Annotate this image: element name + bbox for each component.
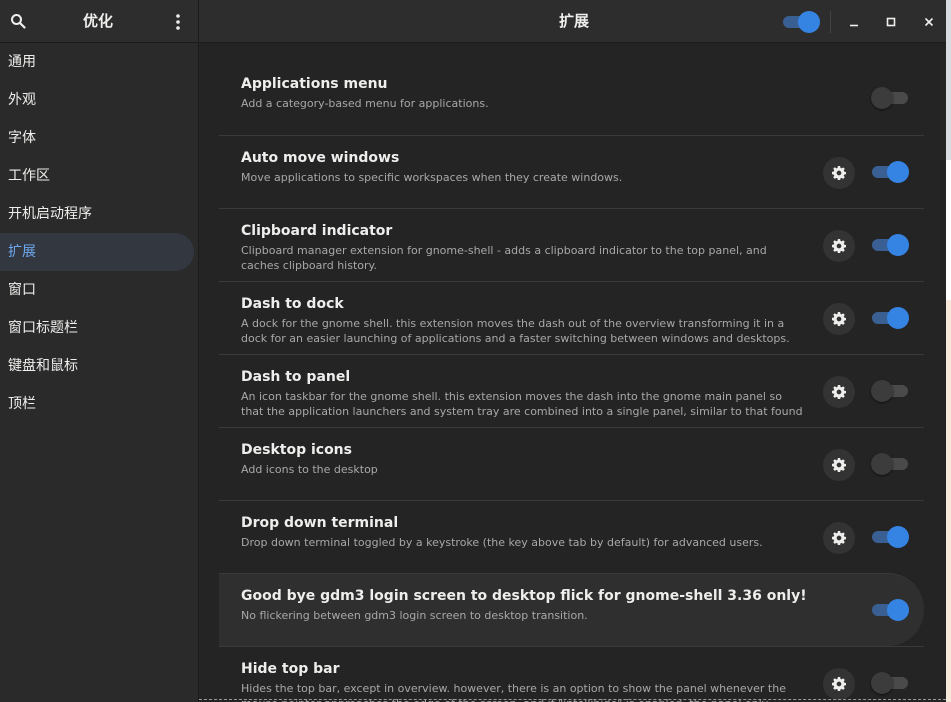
sidebar: 通用 外观 字体 工作区 开机启动程序 扩展 窗口 窗口标题栏 键盘和鼠标 顶栏	[0, 43, 199, 702]
gear-icon	[832, 677, 846, 691]
sidebar-item-startup-apps[interactable]: 开机启动程序	[0, 195, 194, 233]
extension-row[interactable]: Drop down terminal Drop down terminal to…	[219, 500, 924, 573]
extension-settings-button[interactable]	[823, 303, 855, 335]
sidebar-item-windows[interactable]: 窗口	[0, 271, 194, 309]
minimize-icon	[850, 24, 858, 27]
sidebar-item-general[interactable]: 通用	[0, 43, 194, 81]
extension-title: Drop down terminal	[241, 515, 399, 531]
extension-row[interactable]: Desktop icons Add icons to the desktop	[219, 427, 924, 500]
extension-title: Applications menu	[241, 76, 388, 92]
extension-settings-button[interactable]	[823, 449, 855, 481]
switch-knob	[798, 11, 820, 33]
extension-switch[interactable]	[872, 526, 909, 548]
header-divider	[830, 11, 831, 33]
gear-icon	[832, 239, 846, 253]
extension-row[interactable]: Good bye gdm3 login screen to desktop fl…	[219, 573, 924, 646]
gear-icon	[832, 312, 846, 326]
header-bar: 优化 扩展	[0, 0, 946, 43]
sidebar-item-fonts[interactable]: 字体	[0, 119, 194, 157]
extension-switch[interactable]	[871, 380, 908, 402]
switch-knob	[871, 672, 893, 694]
extension-row[interactable]: Clipboard indicator Clipboard manager ex…	[219, 208, 924, 281]
switch-knob	[887, 161, 909, 183]
extension-row[interactable]: Applications menu Add a category-based m…	[219, 62, 924, 135]
extension-description: Move applications to specific workspaces…	[241, 171, 623, 184]
extensions-master-switch[interactable]	[783, 11, 820, 33]
gear-icon	[832, 385, 846, 399]
switch-knob	[887, 234, 909, 256]
extension-title: Good bye gdm3 login screen to desktop fl…	[241, 588, 807, 604]
extension-settings-button[interactable]	[823, 230, 855, 262]
extension-title: Dash to panel	[241, 369, 351, 385]
extension-title: Auto move windows	[241, 150, 400, 166]
extension-switch[interactable]	[872, 307, 909, 329]
minimize-button[interactable]	[842, 10, 866, 34]
maximize-icon	[886, 17, 896, 27]
switch-knob	[887, 599, 909, 621]
sidebar-item-window-titlebars[interactable]: 窗口标题栏	[0, 309, 194, 347]
background-window-edge	[946, 0, 951, 160]
extension-description: Add icons to the desktop	[241, 463, 378, 476]
extension-description: No flickering between gdm3 login screen …	[241, 609, 588, 622]
sidebar-item-appearance[interactable]: 外观	[0, 81, 194, 119]
extension-switch[interactable]	[871, 453, 908, 475]
extension-row[interactable]: Dash to panel An icon taskbar for the gn…	[219, 354, 924, 427]
gear-icon	[832, 531, 846, 545]
close-button[interactable]	[917, 10, 941, 34]
extension-row[interactable]: Hide top bar Hides the top bar, except i…	[219, 646, 924, 702]
extension-settings-button[interactable]	[823, 668, 855, 700]
sidebar-item-extensions[interactable]: 扩展	[0, 233, 194, 271]
extension-title: Clipboard indicator	[241, 223, 393, 239]
extension-description: An icon taskbar for the gnome shell. thi…	[241, 390, 803, 418]
extension-row[interactable]: Auto move windows Move applications to s…	[219, 135, 924, 208]
gear-icon	[832, 166, 846, 180]
extension-title: Dash to dock	[241, 296, 344, 312]
switch-knob	[871, 453, 893, 475]
extension-switch[interactable]	[872, 161, 909, 183]
switch-knob	[871, 380, 893, 402]
extension-description: Add a category-based menu for applicatio…	[241, 97, 489, 110]
sidebar-item-top-bar[interactable]: 顶栏	[0, 385, 194, 423]
background-window-edge	[946, 300, 951, 702]
sidebar-item-keyboard-mouse[interactable]: 键盘和鼠标	[0, 347, 194, 385]
extension-settings-button[interactable]	[823, 157, 855, 189]
window-bottom-edge	[199, 699, 946, 700]
sidebar-header: 优化	[0, 0, 199, 43]
extension-switch[interactable]	[871, 672, 908, 694]
sidebar-item-workspaces[interactable]: 工作区	[0, 157, 194, 195]
extension-title: Hide top bar	[241, 661, 340, 677]
sidebar-title: 优化	[82, 12, 113, 30]
close-icon	[924, 17, 934, 27]
page-title: 扩展	[558, 12, 589, 30]
maximize-button[interactable]	[879, 10, 903, 34]
extension-row[interactable]: Dash to dock A dock for the gnome shell.…	[219, 281, 924, 354]
vertical-dots-icon	[176, 14, 180, 30]
extension-switch[interactable]	[872, 599, 909, 621]
switch-knob	[887, 307, 909, 329]
switch-knob	[887, 526, 909, 548]
extension-settings-button[interactable]	[823, 376, 855, 408]
menu-button[interactable]	[166, 9, 190, 35]
extension-switch[interactable]	[871, 87, 908, 109]
extension-settings-button[interactable]	[823, 522, 855, 554]
extension-title: Desktop icons	[241, 442, 352, 458]
search-icon	[11, 14, 26, 29]
background-window-edge	[946, 160, 951, 300]
search-button[interactable]	[6, 9, 30, 33]
extension-description: A dock for the gnome shell. this extensi…	[241, 317, 790, 345]
tweaks-window: 优化 扩展 通用 外观 字体 工作区 开机启动程序 扩展 窗口 窗口标题栏 键盘…	[0, 0, 946, 702]
switch-knob	[871, 87, 893, 109]
extension-description: Drop down terminal toggled by a keystrok…	[241, 536, 763, 549]
extension-description: Clipboard manager extension for gnome-sh…	[241, 244, 767, 272]
extension-switch[interactable]	[872, 234, 909, 256]
gear-icon	[832, 458, 846, 472]
extensions-list: Applications menu Add a category-based m…	[200, 43, 946, 702]
